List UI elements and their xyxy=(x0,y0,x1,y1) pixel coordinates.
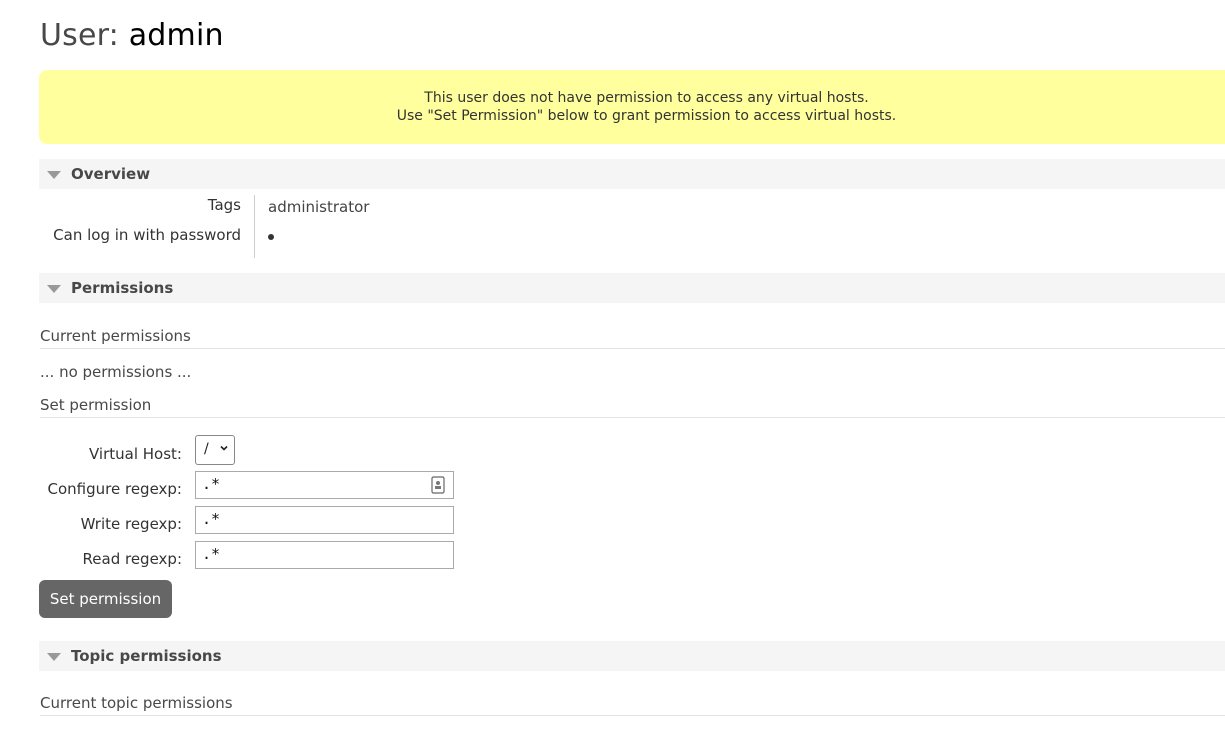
collapse-triangle-icon xyxy=(47,653,61,661)
no-permissions-text: ... no permissions ... xyxy=(40,363,192,381)
page-title-prefix: User: xyxy=(40,18,119,53)
vhost-label: Virtual Host: xyxy=(89,445,182,463)
page-title-username: admin xyxy=(128,18,224,53)
write-regexp-input[interactable]: .* xyxy=(195,506,454,534)
overview-header-label: Overview xyxy=(71,165,151,183)
vhost-select[interactable]: / xyxy=(195,435,235,465)
configure-regexp-value: .* xyxy=(202,475,221,493)
read-regexp-value: .* xyxy=(202,545,221,563)
write-regexp-value: .* xyxy=(202,510,221,528)
current-topic-permissions-heading: Current topic permissions xyxy=(40,694,1225,716)
warning-line-2: Use "Set Permission" below to grant perm… xyxy=(396,108,897,124)
page-title: User: admin xyxy=(40,18,224,53)
collapse-triangle-icon xyxy=(47,171,61,179)
tags-value: administrator xyxy=(268,198,370,216)
topic-permissions-header-label: Topic permissions xyxy=(71,647,222,665)
overview-divider xyxy=(254,195,255,258)
vhost-selected-value: / xyxy=(204,441,209,457)
configure-regexp-input[interactable]: .* xyxy=(195,471,454,499)
read-regexp-input[interactable]: .* xyxy=(195,541,454,569)
read-regexp-label: Read regexp: xyxy=(82,550,182,568)
current-permissions-heading: Current permissions xyxy=(40,327,1225,349)
login-label: Can log in with password xyxy=(53,226,241,244)
permissions-header-label: Permissions xyxy=(71,279,174,297)
bullet-dot-icon xyxy=(268,234,274,240)
set-permission-heading: Set permission xyxy=(40,396,1225,418)
write-regexp-label: Write regexp: xyxy=(80,515,182,533)
warning-line-1: This user does not have permission to ac… xyxy=(424,90,869,106)
permissions-section-header[interactable]: Permissions xyxy=(39,273,1225,303)
user-detail-page: User: admin This user does not have perm… xyxy=(0,0,1225,731)
autofill-contact-icon[interactable] xyxy=(431,476,445,494)
chevron-down-icon xyxy=(220,445,228,451)
collapse-triangle-icon xyxy=(47,285,61,293)
set-permission-button[interactable]: Set permission xyxy=(39,580,172,618)
tags-label: Tags xyxy=(207,196,241,214)
overview-section-header[interactable]: Overview xyxy=(39,159,1225,189)
no-vhost-warning: This user does not have permission to ac… xyxy=(39,70,1225,144)
configure-regexp-label: Configure regexp: xyxy=(47,480,182,498)
topic-permissions-section-header[interactable]: Topic permissions xyxy=(39,641,1225,671)
